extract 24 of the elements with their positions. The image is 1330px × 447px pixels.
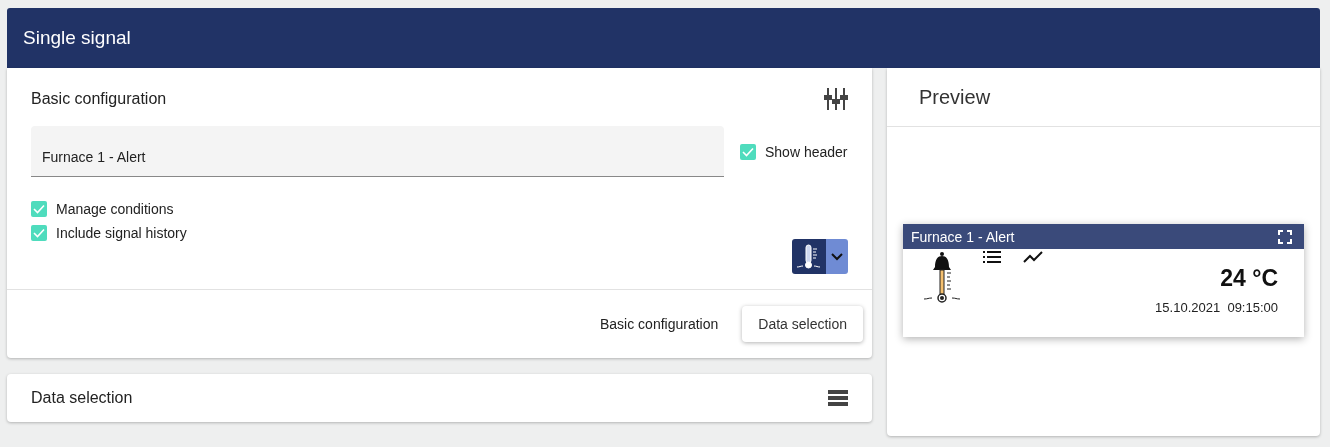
card-title: Data selection (31, 389, 133, 407)
signal-value: 24 °C (1220, 265, 1278, 292)
thermometer-icon (796, 242, 822, 271)
sliders-icon[interactable] (824, 88, 848, 110)
trend-line-icon[interactable] (1023, 251, 1043, 263)
list-icon[interactable] (983, 251, 1001, 263)
checkbox[interactable] (31, 225, 47, 241)
icon-dropdown-button[interactable] (792, 239, 848, 274)
card-title: Basic configuration (31, 90, 167, 108)
current-step-label: Basic configuration (600, 316, 719, 332)
chevron-down-icon (831, 252, 843, 261)
checkbox-label: Show header (765, 143, 848, 160)
widget-title: Furnace 1 - Alert (911, 228, 1015, 245)
name-field[interactable]: Furnace 1 - Alert (31, 126, 724, 177)
page-title: Single signal (23, 27, 131, 49)
fullscreen-icon[interactable] (1278, 229, 1292, 244)
checkbox[interactable] (740, 143, 756, 160)
checkbox-label: Manage conditions (56, 201, 174, 217)
list-icon[interactable] (828, 390, 848, 406)
data-selection-button[interactable]: Data selection (742, 306, 863, 342)
checkbox-label: Include signal history (56, 225, 187, 241)
preview-title: Preview (919, 85, 991, 109)
checkbox[interactable] (31, 201, 47, 217)
timestamp: 15.10.2021 09:15:00 (1155, 300, 1278, 315)
